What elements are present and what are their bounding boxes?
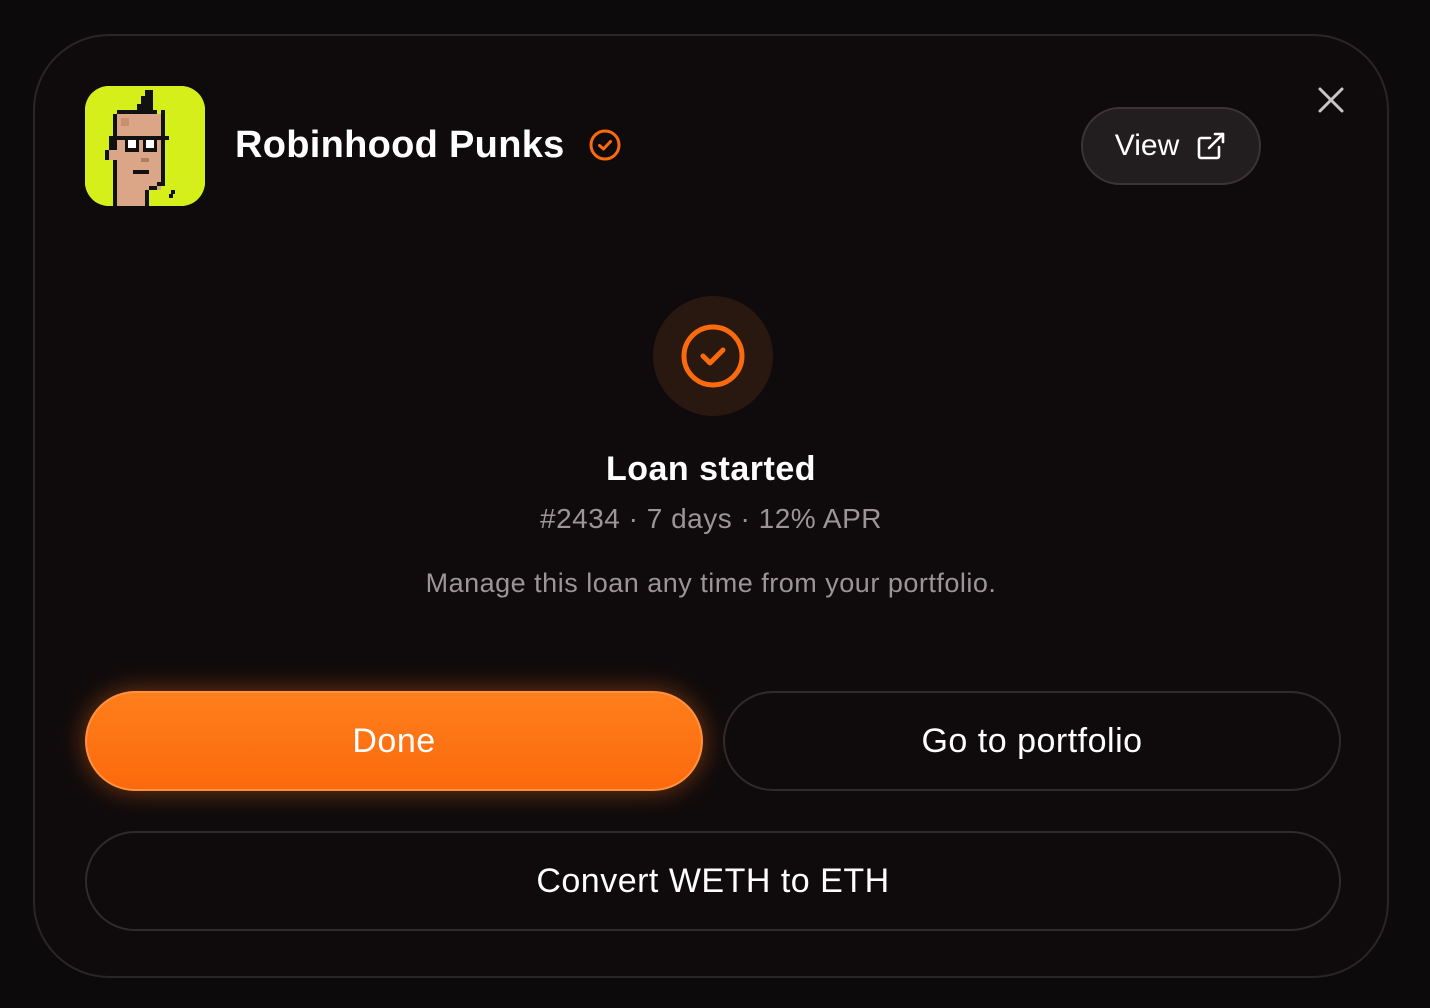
done-button-label: Done bbox=[352, 721, 436, 760]
status-icon-container bbox=[653, 296, 773, 416]
convert-weth-label: Convert WETH to ETH bbox=[536, 861, 890, 900]
status-title: Loan started bbox=[605, 450, 817, 488]
convert-weth-button[interactable]: Convert WETH to ETH bbox=[85, 831, 1341, 931]
pixel-punk-avatar bbox=[85, 86, 205, 206]
go-to-portfolio-button[interactable]: Go to portfolio bbox=[723, 691, 1341, 791]
external-link-icon bbox=[1197, 132, 1225, 160]
check-circle-icon bbox=[681, 324, 745, 388]
view-button-label: View bbox=[1114, 129, 1180, 162]
verified-badge-icon bbox=[589, 129, 621, 161]
status-note: Manage this loan any time from your port… bbox=[425, 568, 997, 598]
loan-details: #2434 · 7 days · 12% APR bbox=[540, 503, 882, 534]
collection-name: Robinhood Punks bbox=[235, 124, 565, 166]
collection-avatar bbox=[85, 86, 205, 206]
close-icon[interactable] bbox=[1311, 80, 1351, 120]
loan-started-modal: Robinhood Punks View Loan started #2434 … bbox=[33, 34, 1389, 978]
view-button[interactable]: View bbox=[1081, 107, 1261, 185]
go-to-portfolio-label: Go to portfolio bbox=[921, 721, 1143, 760]
done-button[interactable]: Done bbox=[85, 691, 703, 791]
